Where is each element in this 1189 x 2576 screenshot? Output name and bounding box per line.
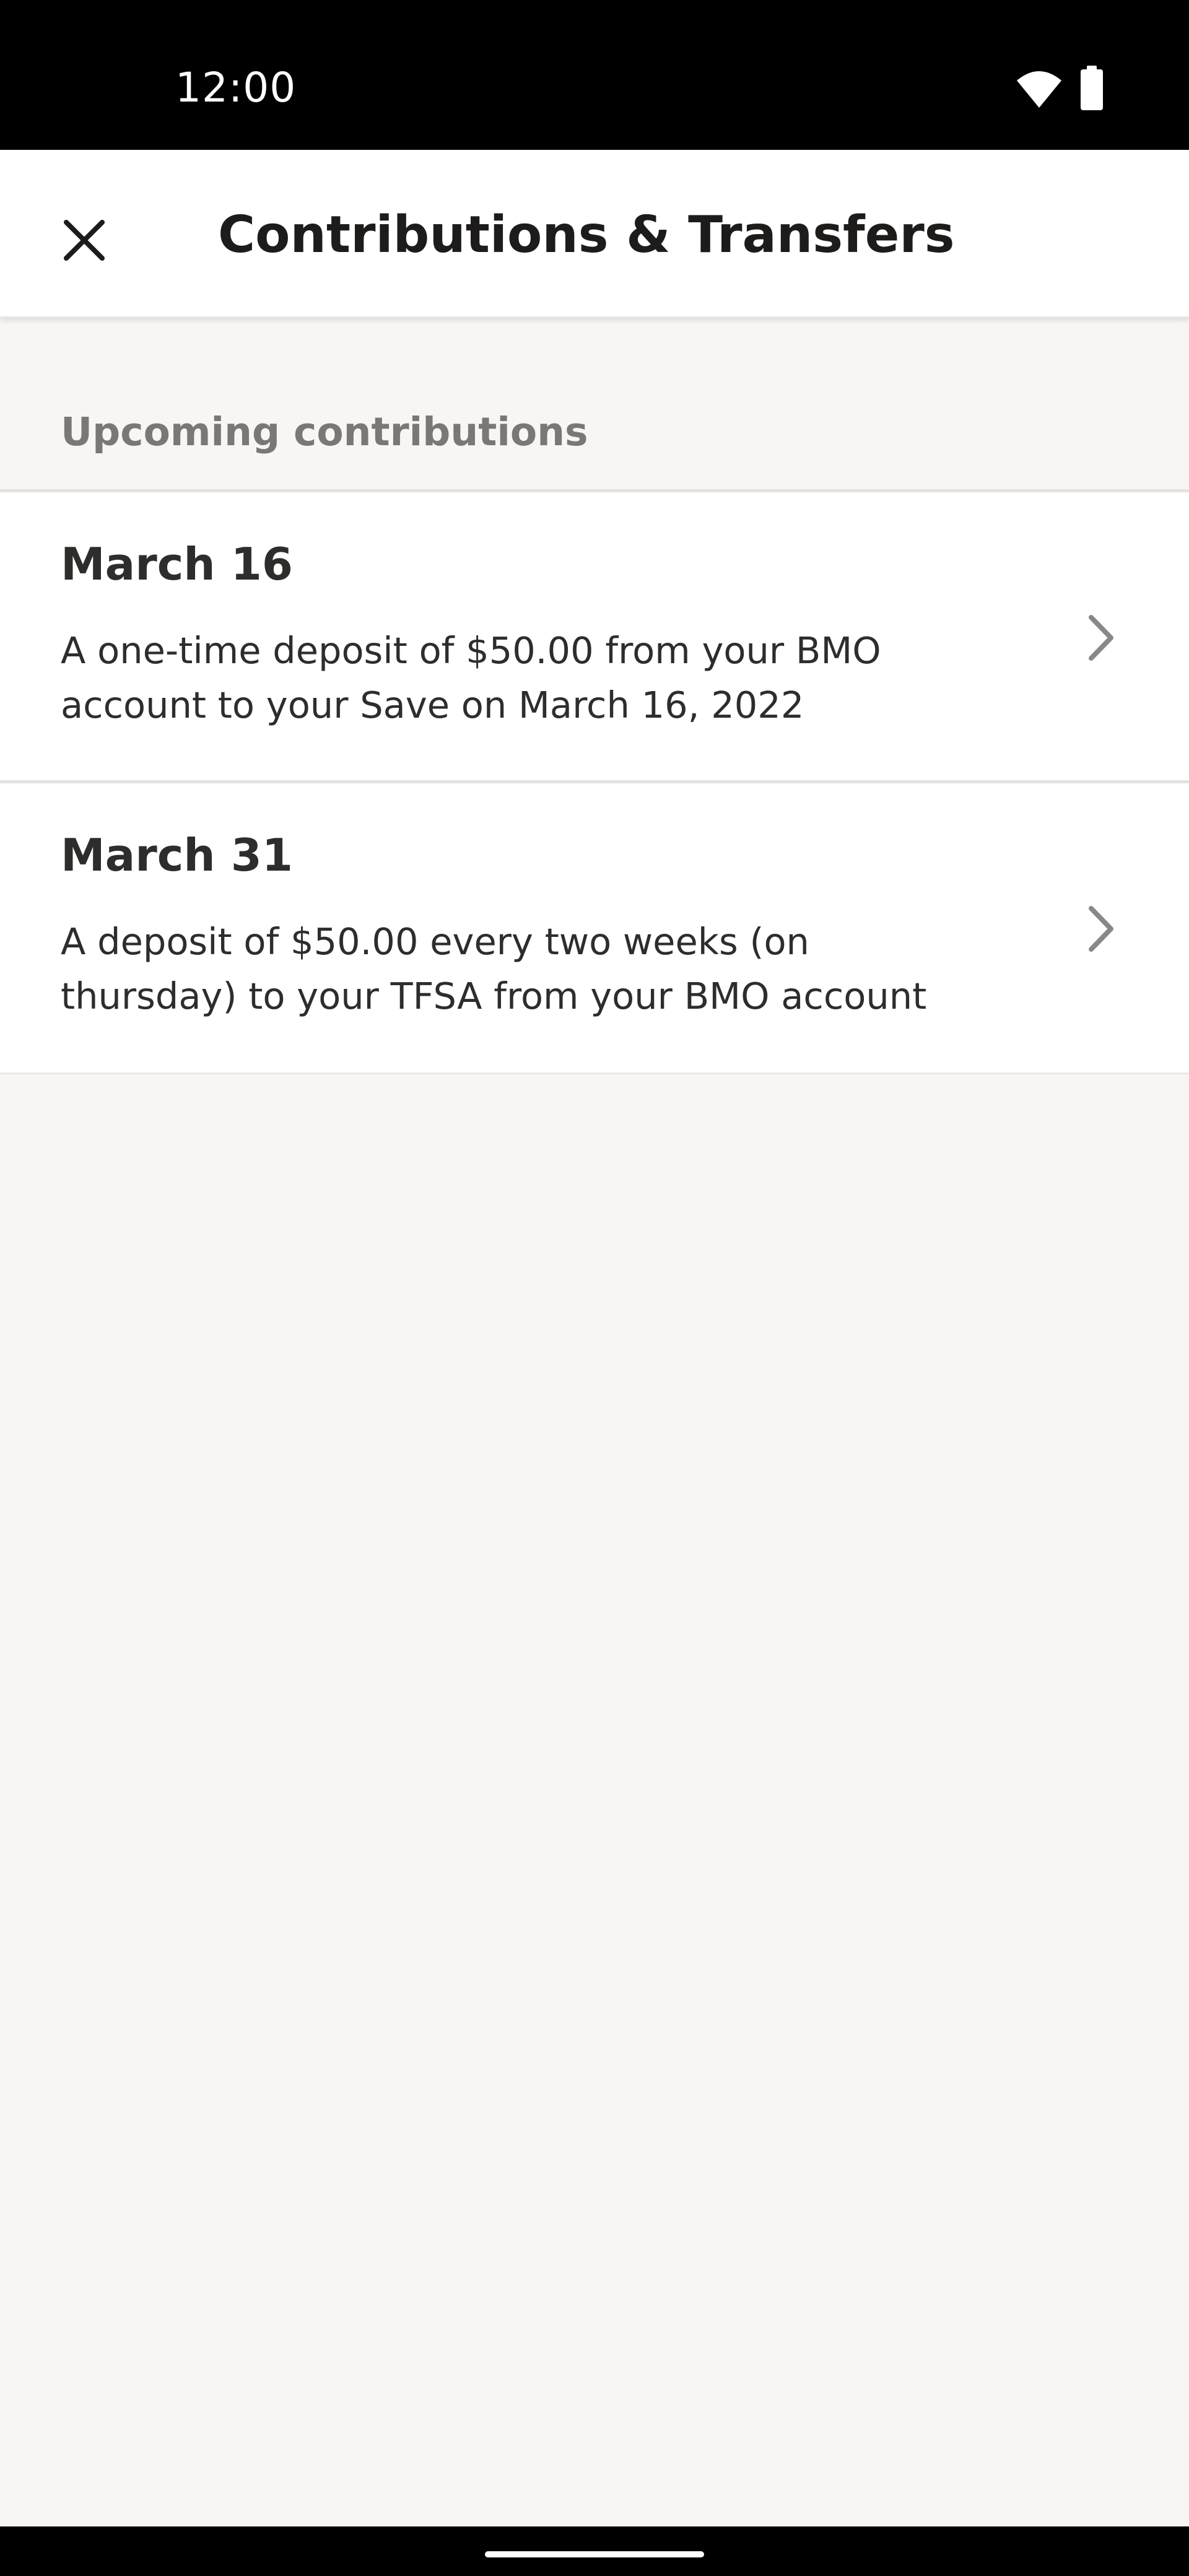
contribution-description: A deposit of $50.00 every two weeks (on … bbox=[61, 920, 927, 1017]
close-icon bbox=[64, 220, 105, 261]
chevron-right-icon bbox=[1089, 906, 1113, 952]
wifi-icon bbox=[1017, 71, 1061, 108]
contributions-list: March 16 A one-time deposit of $50.00 fr… bbox=[0, 489, 1189, 1074]
status-time: 12:00 bbox=[175, 64, 297, 111]
contribution-date: March 16 bbox=[61, 538, 293, 590]
contribution-date: March 31 bbox=[61, 829, 293, 881]
home-indicator[interactable] bbox=[485, 2551, 704, 2557]
contribution-item-march-16[interactable]: March 16 A one-time deposit of $50.00 fr… bbox=[0, 492, 1189, 783]
app-bar: Contributions & Transfers bbox=[0, 150, 1189, 318]
contribution-item-march-31[interactable]: March 31 A deposit of $50.00 every two w… bbox=[0, 783, 1189, 1074]
contribution-description: A one-time deposit of $50.00 from your B… bbox=[61, 629, 881, 726]
page-title: Contributions & Transfers bbox=[218, 206, 955, 264]
section-header-upcoming-contributions: Upcoming contributions bbox=[61, 409, 588, 455]
status-bar: 12:00 bbox=[0, 0, 1189, 150]
navigation-bar bbox=[0, 2526, 1189, 2576]
chevron-right-icon bbox=[1089, 615, 1113, 661]
close-button[interactable] bbox=[37, 193, 131, 287]
battery-icon bbox=[1081, 66, 1103, 110]
